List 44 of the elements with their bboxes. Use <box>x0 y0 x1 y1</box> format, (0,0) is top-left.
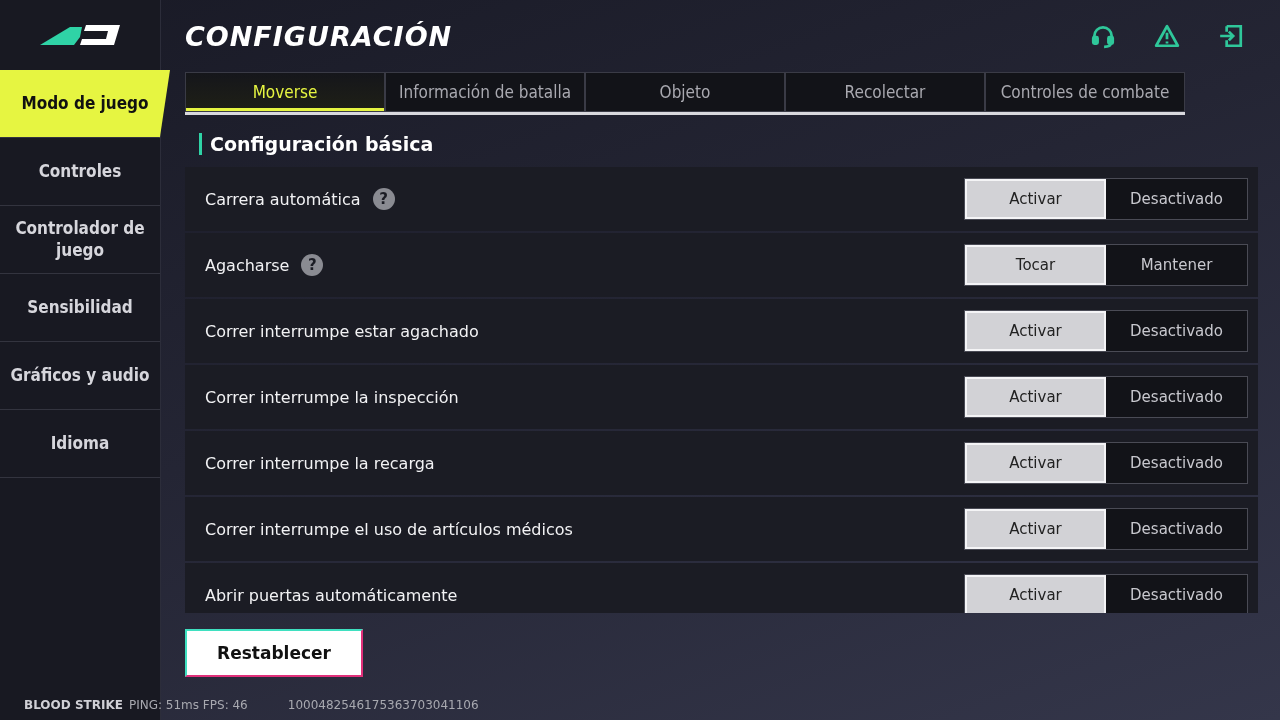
warning-icon[interactable] <box>1154 23 1180 49</box>
tab[interactable]: Recolectar <box>785 72 985 112</box>
toggle-option[interactable]: Desactivado <box>1106 575 1247 613</box>
toggle-option[interactable]: Activar <box>965 179 1106 219</box>
help-icon[interactable]: ? <box>372 188 395 210</box>
sidebar-item[interactable]: Modo de juego <box>0 70 170 138</box>
sidebar-item[interactable]: Controles <box>0 138 160 206</box>
stats-text: PING: 51ms FPS: 46 <box>128 698 248 712</box>
help-icon[interactable]: ? <box>301 254 324 276</box>
reset-button[interactable]: Restablecer <box>185 629 363 677</box>
headset-icon[interactable] <box>1090 23 1116 49</box>
toggle-option[interactable]: Desactivado <box>1106 311 1247 351</box>
toggle-option[interactable]: Desactivado <box>1106 179 1247 219</box>
section-title: Configuración básica <box>199 133 1258 155</box>
sidebar-item[interactable]: Controlador de juego <box>0 206 160 274</box>
tab[interactable]: Moverse <box>185 72 385 112</box>
tab[interactable]: Objeto <box>585 72 785 112</box>
exit-icon[interactable] <box>1218 23 1244 49</box>
game-name: BLOOD STRIKE <box>24 698 123 712</box>
toggle-option[interactable]: Mantener <box>1106 245 1247 285</box>
tab[interactable]: Información de batalla <box>385 72 585 112</box>
sidebar-item[interactable]: Sensibilidad <box>0 274 160 342</box>
setting-label: Correr interrumpe estar agachado <box>205 321 479 341</box>
setting-label: Correr interrumpe el uso de artículos médicos <box>205 519 573 539</box>
toggle-option[interactable]: Activar <box>965 443 1106 483</box>
page-title: CONFIGURACIÓN <box>185 20 453 52</box>
user-id: 1000482546175363703041106 <box>287 698 479 712</box>
setting-label: Carrera automática <box>205 189 361 209</box>
toggle-option[interactable]: Desactivado <box>1106 377 1247 417</box>
toggle-option[interactable]: Activar <box>965 509 1106 549</box>
logo-icon <box>40 23 120 47</box>
toggle-option[interactable]: Activar <box>965 575 1106 613</box>
toggle-option[interactable]: Desactivado <box>1106 443 1247 483</box>
toggle-option[interactable]: Activar <box>965 377 1106 417</box>
toggle-option[interactable]: Tocar <box>965 245 1106 285</box>
toggle-option[interactable]: Desactivado <box>1106 509 1247 549</box>
toggle-option[interactable]: Activar <box>965 311 1106 351</box>
setting-label: Correr interrumpe la recarga <box>205 453 435 473</box>
setting-label: Agacharse <box>205 255 290 275</box>
sidebar-item[interactable]: Gráficos y audio <box>0 342 160 410</box>
tab[interactable]: Controles de combate <box>985 72 1185 112</box>
setting-label: Correr interrumpe la inspección <box>205 387 459 407</box>
setting-label: Abrir puertas automáticamente <box>205 585 458 605</box>
sidebar-item[interactable]: Idioma <box>0 410 160 478</box>
